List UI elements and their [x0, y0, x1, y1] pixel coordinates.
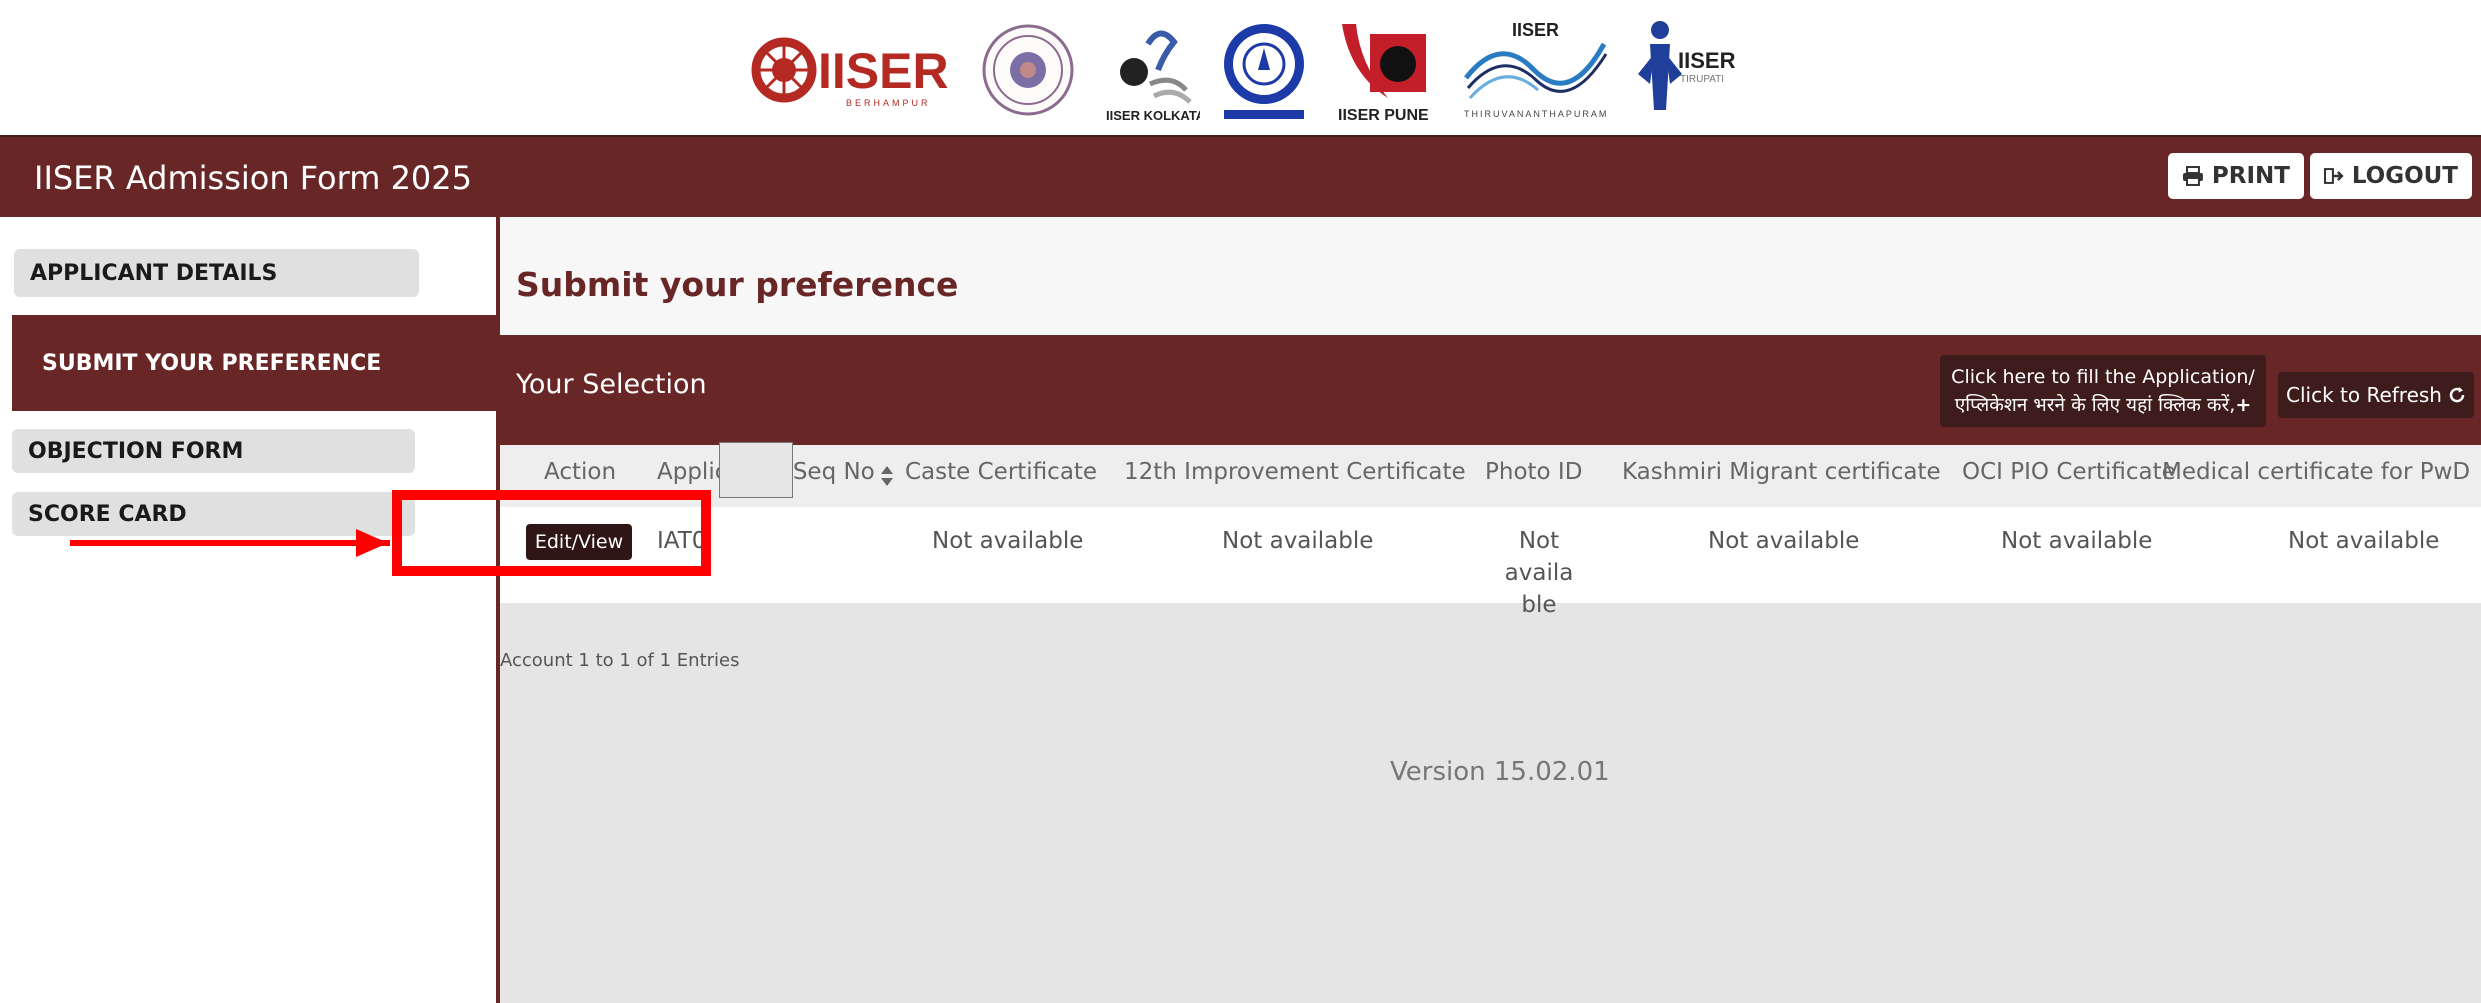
- iiser-kolkata-caption: IISER KOLKATA: [1106, 108, 1200, 123]
- iiser-tirupati-caption-top: IISER: [1678, 48, 1736, 73]
- column-header-photo-id[interactable]: Photo ID: [1485, 459, 1582, 485]
- cell-photo-id-line1: Not availa: [1504, 528, 1574, 586]
- version-label: Version 15.02.01: [1390, 757, 1610, 787]
- sidebar-item-label: SUBMIT YOUR PREFERENCE: [42, 350, 382, 376]
- sign-out-icon: [2324, 168, 2344, 184]
- cell-caste: Not available: [932, 528, 1084, 554]
- fill-application-label-en: Click here to fill the Application/: [1951, 366, 2255, 388]
- plus-icon: +: [2235, 394, 2252, 416]
- page-header: Submit your preference: [500, 217, 2481, 335]
- main-content: Submit your preference Your Selection Cl…: [500, 217, 2481, 1003]
- iiser-tirupati-logo: IISER TIRUPATI: [1638, 21, 1736, 110]
- logout-button[interactable]: LOGOUT: [2310, 153, 2472, 199]
- sidebar-item-label: APPLICANT DETAILS: [30, 260, 278, 286]
- sidebar-item-label: OBJECTION FORM: [28, 438, 244, 464]
- iiser-berhampur-logo: IISER BERHAMPUR: [751, 37, 949, 108]
- print-button-label: PRINT: [2211, 163, 2290, 189]
- sidebar: APPLICANT DETAILS SUBMIT YOUR PREFERENCE…: [0, 217, 497, 1003]
- entries-info: Account 1 to 1 of 1 Entries: [500, 650, 740, 671]
- refresh-button-label: Click to Refresh: [2286, 383, 2442, 407]
- fill-application-button[interactable]: Click here to fill the Application/ एप्ल…: [1940, 355, 2266, 427]
- fill-application-label-hi: एप्लिकेशन भरने के लिए यहां क्लिक करें,: [1954, 394, 2236, 416]
- column-header-medical[interactable]: Medical certificate for PwD: [2162, 459, 2470, 485]
- app-header: IISER Admission Form 2025 PRINT LOGOUT: [0, 135, 2481, 219]
- sidebar-item-score-card[interactable]: SCORE CARD: [12, 492, 415, 536]
- iiser-tvm-caption-bottom: THIRUVANANTHAPURAM: [1464, 109, 1608, 119]
- cell-photo-id-line2: ble: [1521, 592, 1557, 618]
- sidebar-item-label: SCORE CARD: [28, 501, 187, 527]
- refresh-button[interactable]: Click to Refresh: [2278, 372, 2474, 418]
- table-header: Action Application Seq No Caste Certific…: [500, 445, 2481, 507]
- logout-button-label: LOGOUT: [2351, 163, 2458, 189]
- sidebar-item-objection-form[interactable]: OBJECTION FORM: [12, 429, 415, 473]
- iiser-berhampur-logo-text: IISER: [818, 43, 949, 99]
- column-header-action[interactable]: Action: [544, 459, 616, 485]
- iiser-tvm-logo: IISER THIRUVANANTHAPURAM: [1464, 20, 1608, 119]
- cell-oci: Not available: [2001, 528, 2153, 554]
- cell-kashmiri: Not available: [1708, 528, 1860, 554]
- iiser-tirupati-caption-bottom: TIRUPATI: [1680, 74, 1724, 85]
- column-header-kashmiri[interactable]: Kashmiri Migrant certificate: [1622, 459, 1941, 485]
- fill-application-label-hi-row: एप्लिकेशन भरने के लिए यहां क्लिक करें,+: [1940, 391, 2266, 419]
- sidebar-item-submit-preference[interactable]: SUBMIT YOUR PREFERENCE: [12, 315, 497, 411]
- cell-medical: Not available: [2288, 528, 2440, 554]
- selection-title: Your Selection: [516, 369, 707, 400]
- annotation-arrow-icon: [356, 529, 388, 557]
- sort-icon[interactable]: [880, 465, 894, 487]
- iiser-mohali-logo: [1224, 24, 1304, 119]
- column-header-caste[interactable]: Caste Certificate: [905, 459, 1097, 485]
- cell-photo-id: Not availa ble: [1485, 525, 1593, 621]
- page-title: Submit your preference: [516, 265, 959, 304]
- annotation-arrow-shaft: [70, 540, 390, 546]
- iiser-tvm-caption-top: IISER: [1512, 20, 1559, 40]
- print-button[interactable]: PRINT: [2168, 153, 2304, 199]
- seq-no-redaction-box: [719, 442, 793, 498]
- annotation-highlight-box: [392, 490, 711, 576]
- app-title: IISER Admission Form 2025: [34, 159, 472, 197]
- refresh-icon: [2449, 387, 2465, 403]
- iiser-bhopal-seal-logo: [982, 24, 1074, 116]
- iiser-pune-caption: IISER PUNE: [1338, 107, 1429, 124]
- logo-strip: IISER BERHAMPUR IISER KOLKATA IISER PUNE…: [630, 4, 1860, 132]
- cell-improvement: Not available: [1222, 528, 1374, 554]
- iiser-kolkata-logo: IISER KOLKATA: [1106, 30, 1200, 123]
- sidebar-item-applicant-details[interactable]: APPLICANT DETAILS: [14, 249, 419, 297]
- selection-bar: Your Selection Click here to fill the Ap…: [500, 335, 2481, 445]
- column-header-oci[interactable]: OCI PIO Certificate: [1962, 459, 2176, 485]
- printer-icon: [2182, 166, 2203, 186]
- iiser-berhampur-logo-sub: BERHAMPUR: [846, 98, 931, 108]
- column-header-improvement[interactable]: 12th Improvement Certificate: [1124, 459, 1466, 485]
- iiser-pune-logo: IISER PUNE: [1338, 24, 1429, 124]
- table-row: Edit/View IAT0 Not available Not availab…: [500, 507, 2481, 618]
